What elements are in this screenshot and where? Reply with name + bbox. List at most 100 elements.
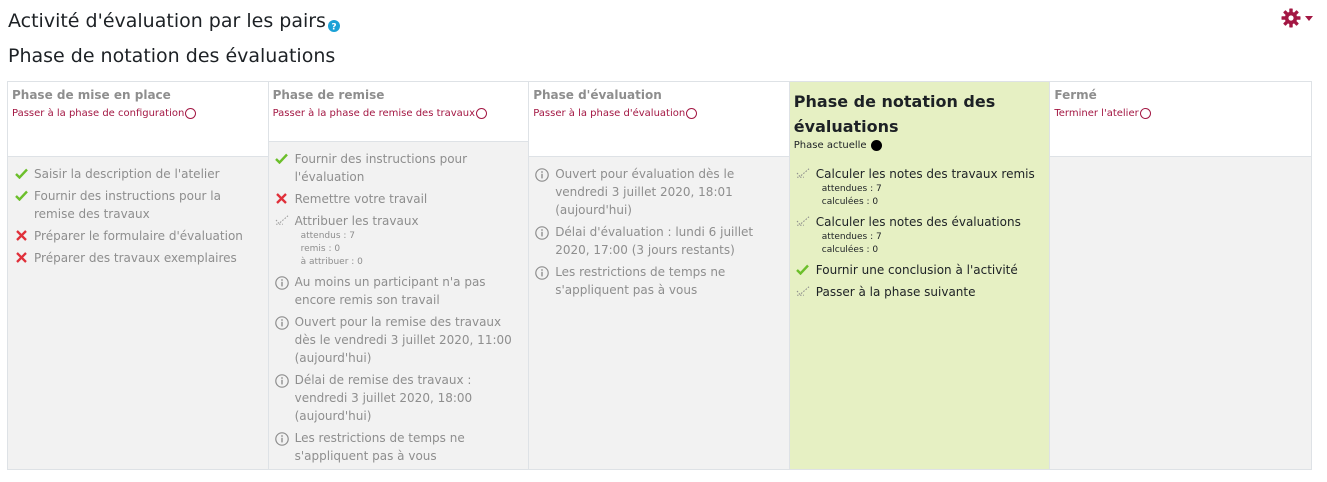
task-label: Les restrictions de temps ne s'appliquen… — [555, 265, 726, 297]
phase-tasks: Saisir la description de l'atelier Fourn… — [8, 157, 268, 469]
phase-name: Phase d'évaluation — [533, 88, 662, 102]
phase-header: Phase de mise en place Passer à la phase… — [8, 82, 268, 157]
circle-outline-icon — [686, 108, 698, 119]
switch-phase-label: Passer à la phase de remise des travaux — [272, 108, 476, 119]
task-item: Délai d'évaluation : lundi 6 juillet 202… — [535, 223, 783, 259]
page-subtitle: Phase de notation des évaluations — [8, 45, 336, 67]
info-icon — [274, 371, 289, 389]
task-details: attendues : 7 calculées : 0 — [822, 183, 1044, 209]
chevron-down-icon — [1305, 15, 1313, 21]
task-item: Les restrictions de temps ne s'appliquen… — [535, 263, 783, 299]
todo-icon — [796, 213, 810, 231]
check-icon — [14, 187, 28, 205]
task-detail: attendues : 7 — [821, 184, 882, 194]
check-icon — [275, 150, 289, 168]
circle-outline-icon — [1139, 108, 1151, 119]
task-detail: remis : 0 — [300, 244, 341, 254]
phase-name: Phase de mise en place — [12, 88, 171, 102]
task-label: Passer à la phase suivante — [815, 285, 976, 299]
check-icon — [14, 165, 28, 183]
phase-column-closed: Fermé Terminer l'atelier — [1050, 82, 1311, 469]
task-item: Fournir une conclusion à l'activité — [796, 261, 1044, 279]
info-icon — [535, 223, 549, 241]
phase-tasks: Calculer les notes des travaux remis att… — [789, 157, 1050, 469]
task-item: Passer à la phase suivante — [796, 283, 1044, 301]
task-detail: calculées : 0 — [821, 197, 879, 207]
svg-text:?: ? — [331, 22, 336, 32]
switch-phase-label: Terminer l'atelier — [1054, 108, 1139, 119]
phase-header: Phase de notation des évaluations Phase … — [789, 82, 1050, 157]
task-item: Ouvert pour évaluation dès le vendredi 3… — [535, 165, 783, 219]
cross-icon — [14, 227, 28, 245]
switch-phase-link[interactable]: Passer à la phase d'évaluation — [533, 108, 785, 119]
task-label: Préparer des travaux exemplaires — [34, 251, 237, 265]
task-label-text: Calculer les notes des évaluations — [815, 215, 1021, 229]
phase-tasks: Ouvert pour évaluation dès le vendredi 3… — [529, 157, 789, 469]
task-detail: attendues : 7 — [821, 232, 882, 242]
task-detail: attendus : 7 — [300, 231, 355, 241]
info-icon — [274, 313, 289, 331]
task-item: Calculer les notes des évaluations atten… — [796, 213, 1044, 257]
phase-tasks — [1050, 157, 1311, 469]
todo-icon — [796, 165, 810, 183]
task-label: Fournir des instructions pour la remise … — [34, 189, 221, 221]
phase-column-setup: Phase de mise en place Passer à la phase… — [8, 82, 269, 469]
todo-icon — [275, 212, 289, 230]
check-icon — [796, 261, 810, 279]
settings-menu-button[interactable] — [1281, 8, 1313, 28]
task-label: Délai de remise des travaux : vendredi 3… — [294, 373, 473, 423]
task-label: Calculer les notes des travaux remis att… — [816, 165, 1044, 209]
task-item: Fournir des instructions pour la remise … — [14, 187, 262, 223]
phase-column-assessment: Phase d'évaluation Passer à la phase d'é… — [529, 82, 790, 469]
task-label-text: Calculer les notes des travaux remis — [815, 167, 1035, 181]
circle-outline-icon — [476, 108, 488, 119]
task-item: Délai de remise des travaux : vendredi 3… — [274, 371, 523, 425]
switch-phase-label: Passer à la phase de configuration — [12, 108, 185, 119]
task-label: Au moins un participant n'a pas encore r… — [294, 275, 486, 307]
info-icon — [535, 263, 549, 281]
page-title: Activité d'évaluation par les pairs? — [8, 10, 340, 32]
task-item: Les restrictions de temps ne s'appliquen… — [274, 429, 523, 465]
todo-icon — [796, 283, 810, 301]
task-label: Fournir des instructions pour l'évaluati… — [294, 152, 468, 184]
task-item: Saisir la description de l'atelier — [14, 165, 262, 183]
current-phase-text: Phase actuelle — [793, 140, 867, 151]
info-icon — [274, 273, 289, 291]
task-label: Fournir une conclusion à l'activité — [815, 263, 1018, 277]
task-label: Attribuer les travaux attendus : 7 remis… — [295, 212, 523, 269]
switch-phase-link[interactable]: Terminer l'atelier — [1054, 108, 1307, 119]
task-label: Calculer les notes des évaluations atten… — [816, 213, 1044, 257]
task-detail: calculées : 0 — [821, 245, 879, 255]
task-label: Remettre votre travail — [294, 192, 428, 206]
phase-name: Fermé — [1054, 88, 1097, 102]
gear-icon — [1281, 8, 1301, 28]
info-icon — [535, 165, 549, 183]
circle-outline-icon — [185, 108, 197, 119]
phase-header: Fermé Terminer l'atelier — [1050, 82, 1311, 157]
phase-column-submission: Phase de remise Passer à la phase de rem… — [268, 82, 530, 469]
cross-icon — [275, 190, 289, 208]
phase-header: Phase d'évaluation Passer à la phase d'é… — [529, 82, 789, 157]
task-details: attendues : 7 calculées : 0 — [822, 231, 1044, 257]
task-label: Délai d'évaluation : lundi 6 juillet 202… — [555, 225, 754, 257]
current-phase-label: Phase actuelle — [794, 140, 1046, 151]
switch-phase-label: Passer à la phase d'évaluation — [533, 108, 686, 119]
phase-name: Phase de remise — [272, 88, 385, 102]
question-circle-icon[interactable]: ? — [327, 15, 340, 32]
task-label-text: Attribuer les travaux — [294, 214, 419, 228]
task-item: Remettre votre travail — [275, 190, 523, 208]
switch-phase-link[interactable]: Passer à la phase de remise des travaux — [273, 108, 525, 119]
phase-name: Phase de notation des évaluations — [793, 92, 996, 136]
info-icon — [274, 429, 289, 447]
task-item: Préparer des travaux exemplaires — [14, 249, 262, 267]
task-details: attendus : 7 remis : 0 à attribuer : 0 — [301, 230, 523, 269]
task-label: Préparer le formulaire d'évaluation — [34, 229, 243, 243]
filled-circle-icon — [870, 140, 882, 151]
task-label: Les restrictions de temps ne s'appliquen… — [294, 431, 465, 463]
phase-tasks: Fournir des instructions pour l'évaluati… — [268, 142, 529, 469]
task-item: Fournir des instructions pour l'évaluati… — [275, 150, 523, 186]
cross-icon — [14, 249, 28, 267]
task-item: Au moins un participant n'a pas encore r… — [274, 273, 523, 309]
task-label: Ouvert pour évaluation dès le vendredi 3… — [555, 167, 735, 217]
switch-phase-link[interactable]: Passer à la phase de configuration — [12, 108, 264, 119]
